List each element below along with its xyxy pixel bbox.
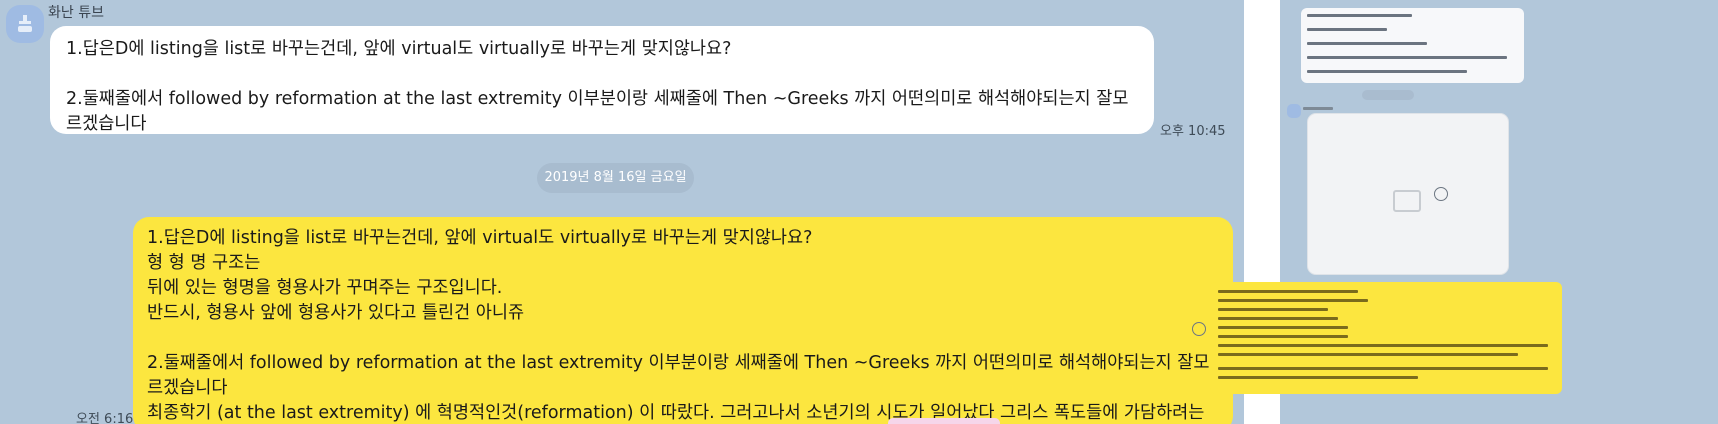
- thumbnail-text-line: [1218, 308, 1328, 311]
- thumbnail-incoming-bubble[interactable]: [1301, 8, 1524, 83]
- thumbnail-sender-name: [1303, 107, 1333, 110]
- incoming-message-bubble[interactable]: 1.답은D에 listing을 list로 바꾸는건데, 앞에 virtual도…: [50, 26, 1154, 134]
- thumbnail-text-line: [1218, 344, 1548, 347]
- thumbnail-date-divider: [1362, 90, 1414, 100]
- thumbnail-text-line: [1218, 299, 1368, 302]
- partial-next-message: [888, 418, 1000, 424]
- thumbnail-outgoing-bubble[interactable]: [1210, 282, 1562, 394]
- thumbnail-text-line: [1218, 290, 1358, 293]
- thumbnail-text-line: [1218, 353, 1518, 356]
- image-icon: [1393, 190, 1421, 212]
- date-divider: 2019년 8월 16일 금요일: [537, 163, 694, 193]
- person-silhouette-icon: [18, 15, 32, 32]
- outgoing-message-time: 오전 6:16: [76, 412, 134, 424]
- incoming-message-time: 오후 10:45: [1160, 124, 1226, 139]
- chat-panel: 화난 튜브 1.답은D에 listing을 list로 바꾸는건데, 앞에 vi…: [0, 0, 1244, 424]
- thumbnail-text-line: [1218, 367, 1548, 370]
- thumbnail-text-line: [1307, 28, 1387, 31]
- thumbnail-text-line: [1307, 56, 1507, 59]
- thumbnail-smiley-icon[interactable]: [1192, 322, 1206, 336]
- thumbnail-text-line: [1307, 14, 1412, 17]
- smiley-icon[interactable]: [1434, 187, 1448, 201]
- outgoing-message-bubble[interactable]: 1.답은D에 listing을 list로 바꾸는건데, 앞에 virtual도…: [133, 217, 1233, 424]
- thumbnail-text-line: [1218, 335, 1348, 338]
- profile-avatar[interactable]: [6, 5, 44, 43]
- thumbnail-text-line: [1307, 70, 1467, 73]
- thumbnail-image-message[interactable]: [1308, 114, 1508, 274]
- sender-name: 화난 튜브: [48, 5, 104, 21]
- thumbnail-avatar: [1287, 104, 1301, 118]
- thumbnail-text-line: [1218, 376, 1418, 379]
- thumbnail-text-line: [1307, 42, 1427, 45]
- thumbnail-text-line: [1218, 317, 1338, 320]
- thumbnail-text-line: [1218, 326, 1348, 329]
